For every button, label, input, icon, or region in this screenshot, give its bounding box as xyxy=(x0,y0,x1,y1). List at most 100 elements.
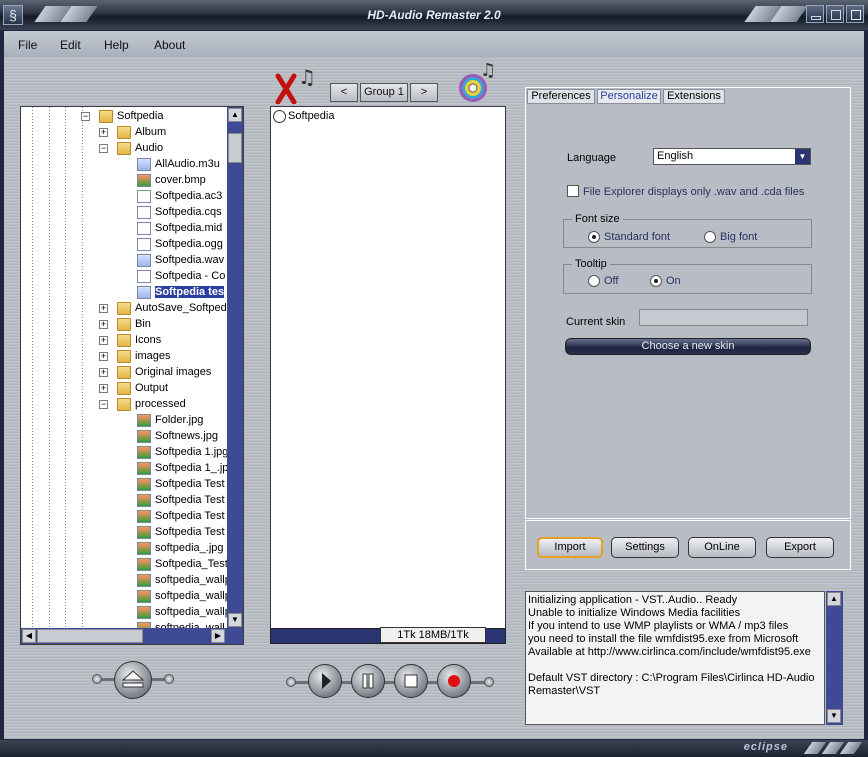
tree-file[interactable]: softpedia_wallp xyxy=(21,573,231,589)
tree-file[interactable]: Softpedia Test xyxy=(21,509,227,525)
eject-button[interactable] xyxy=(114,661,152,699)
file-explorer-checkbox[interactable] xyxy=(567,185,579,197)
expand-icon[interactable]: + xyxy=(99,128,108,137)
tree-file[interactable]: Softpedia.mid xyxy=(21,221,227,237)
tab-extensions[interactable]: Extensions xyxy=(663,89,725,104)
tab-preferences[interactable]: Preferences xyxy=(527,89,595,104)
group-selector[interactable]: Group 1 xyxy=(360,83,408,102)
tree-file[interactable]: AllAudio.m3u xyxy=(21,157,227,173)
tree-file[interactable]: Softnews.jpg xyxy=(21,429,227,445)
brand-logo: eclipse xyxy=(743,741,788,753)
scroll-down-icon[interactable]: ▼ xyxy=(228,613,242,627)
tree-folder[interactable]: + Album xyxy=(21,125,227,141)
next-group-button[interactable]: > xyxy=(410,83,438,102)
tree-vertical-scrollbar[interactable]: ▲ ▼ xyxy=(227,107,243,629)
import-button[interactable]: Import xyxy=(537,537,603,558)
tree-file[interactable]: softpedia_.jpg xyxy=(21,541,227,557)
scroll-right-icon[interactable]: ▶ xyxy=(211,629,225,643)
log-scrollbar[interactable]: ▲ ▼ xyxy=(826,591,843,725)
tree-file[interactable]: Softpedia Test xyxy=(21,525,227,541)
menu-help[interactable]: Help xyxy=(104,38,129,52)
tree-file[interactable]: Folder.jpg xyxy=(21,413,227,429)
menu-bar: File Edit Help About xyxy=(4,31,864,57)
tooltip-off-radio[interactable] xyxy=(588,275,600,287)
log-output[interactable]: Initializing application - VST..Audio.. … xyxy=(525,591,825,725)
previous-group-button[interactable]: < xyxy=(330,83,358,102)
record-button[interactable] xyxy=(437,664,471,698)
tree-file[interactable]: Softpedia.wav xyxy=(21,253,227,269)
scroll-thumb[interactable] xyxy=(228,133,242,163)
tree-file[interactable]: Softpedia 1.jpg xyxy=(21,445,228,461)
tree-file[interactable]: cover.bmp xyxy=(21,173,227,189)
scroll-down-icon[interactable]: ▼ xyxy=(827,709,841,723)
scroll-left-icon[interactable]: ◀ xyxy=(22,629,36,643)
expand-icon[interactable]: + xyxy=(99,352,108,361)
tree-file[interactable]: Softpedia - Co xyxy=(21,269,227,285)
file-explorer-tree[interactable]: − Softpedia + Album − Audio AllAudio.m3u cover.… xyxy=(20,106,244,645)
settings-button[interactable]: Settings xyxy=(611,537,679,558)
stop-button[interactable] xyxy=(394,664,428,698)
tree-item-label: Softpedia 1_.jp xyxy=(155,462,229,474)
tree-folder[interactable]: + images xyxy=(21,349,227,365)
tree-folder[interactable]: − processed xyxy=(21,397,227,413)
expand-icon[interactable]: + xyxy=(99,304,108,313)
big-font-radio[interactable] xyxy=(704,231,716,243)
tree-item-label: Softpedia xyxy=(117,110,164,122)
current-skin-field[interactable] xyxy=(639,309,808,326)
scroll-up-icon[interactable]: ▲ xyxy=(228,108,242,122)
tree-file[interactable]: Softpedia.ogg xyxy=(21,237,227,253)
tree-folder[interactable]: + Bin xyxy=(21,317,227,333)
expand-icon[interactable]: + xyxy=(99,320,108,329)
play-button[interactable] xyxy=(308,664,342,698)
title-bar[interactable]: § HD-Audio Remaster 2.0 xyxy=(0,0,868,30)
tab-personalize[interactable]: Personalize xyxy=(597,89,661,104)
tree-folder[interactable]: − Softpedia xyxy=(21,109,227,125)
tree-file[interactable]: Softpedia Test xyxy=(21,493,227,509)
tree-file[interactable]: Softpedia Test xyxy=(21,477,227,493)
expand-icon[interactable]: + xyxy=(99,368,108,377)
maximize-button[interactable] xyxy=(826,5,844,23)
playlist-item[interactable]: Softpedia xyxy=(288,110,334,122)
tree-folder[interactable]: + Output xyxy=(21,381,227,397)
menu-about[interactable]: About xyxy=(154,38,185,52)
remove-track-icon[interactable]: ♫ xyxy=(274,62,324,105)
minimize-button[interactable] xyxy=(806,5,824,23)
tree-item-label: Softpedia Test xyxy=(155,510,225,522)
collapse-icon[interactable]: − xyxy=(99,144,108,153)
collapse-icon[interactable]: − xyxy=(81,112,90,121)
pause-button[interactable] xyxy=(351,664,385,698)
chevron-down-icon[interactable]: ▼ xyxy=(795,149,810,164)
expand-icon[interactable]: + xyxy=(99,336,108,345)
tree-file[interactable]: Softpedia tes xyxy=(21,285,227,301)
tree-file[interactable]: Softpedia.cqs xyxy=(21,205,227,221)
tree-file[interactable]: Softpedia 1_.jp xyxy=(21,461,229,477)
tree-horizontal-scrollbar[interactable]: ◀ ▶ xyxy=(21,628,243,644)
tree-file[interactable]: Softpedia_Test xyxy=(21,557,228,573)
export-button[interactable]: Export xyxy=(766,537,834,558)
menu-file[interactable]: File xyxy=(18,38,37,52)
tree-item-label: processed xyxy=(135,398,186,410)
tree-file[interactable]: softpedia_wallp xyxy=(21,605,231,621)
menu-edit[interactable]: Edit xyxy=(60,38,81,52)
choose-skin-button[interactable]: Choose a new skin xyxy=(565,338,811,355)
standard-font-radio[interactable] xyxy=(588,231,600,243)
tree-folder[interactable]: + Original images xyxy=(21,365,227,381)
tooltip-on-radio[interactable] xyxy=(650,275,662,287)
online-button[interactable]: OnLine xyxy=(688,537,756,558)
folder-icon xyxy=(117,398,131,411)
language-select[interactable]: English ▼ xyxy=(653,148,811,165)
tree-file[interactable]: Softpedia.ac3 xyxy=(21,189,227,205)
tree-folder[interactable]: + AutoSave_Softped xyxy=(21,301,227,317)
playlist-status: 1Tk 18MB/1Tk xyxy=(380,627,486,643)
tree-folder[interactable]: + Icons xyxy=(21,333,227,349)
collapse-icon[interactable]: − xyxy=(99,400,108,409)
playlist-panel[interactable]: Softpedia xyxy=(270,106,506,630)
scroll-thumb[interactable] xyxy=(37,629,143,643)
expand-icon[interactable]: + xyxy=(99,384,108,393)
close-button[interactable] xyxy=(846,5,864,23)
tree-file[interactable]: softpedia_wallp xyxy=(21,589,231,605)
scroll-up-icon[interactable]: ▲ xyxy=(827,592,841,606)
cd-icon[interactable]: ♫ xyxy=(456,58,506,104)
tree-folder[interactable]: − Audio xyxy=(21,141,227,157)
tree-item-label: Bin xyxy=(135,318,151,330)
